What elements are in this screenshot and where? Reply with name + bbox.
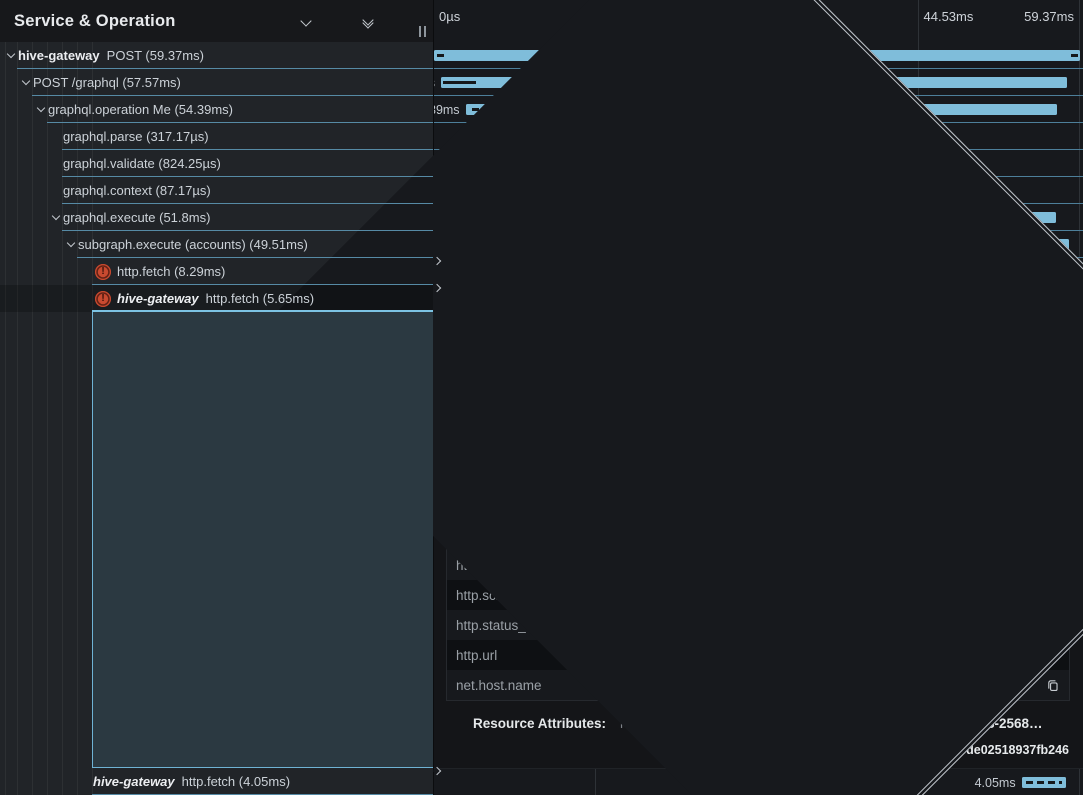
chevron-down-icon[interactable] — [67, 239, 75, 247]
duration-label: 54.39ms — [434, 103, 460, 117]
tree-row[interactable]: graphql.operation Me (54.39ms) — [0, 96, 433, 123]
chevron-box — [19, 76, 33, 90]
error-icon: ! — [95, 291, 111, 307]
tree-controls — [300, 14, 401, 29]
span-bar[interactable] — [1022, 777, 1066, 788]
tree-row[interactable]: graphql.context (87.17µs) — [0, 177, 433, 204]
chevron-spacer — [49, 157, 63, 171]
tree-row[interactable]: hive-gateway POST (59.37ms) — [0, 42, 433, 69]
span-label: subgraph.execute (accounts) (49.51ms) — [78, 237, 308, 252]
collapse-one-button[interactable] — [300, 15, 312, 27]
chevron-down-icon[interactable] — [7, 50, 15, 58]
tree-row[interactable]: POST /graphql (57.57ms) — [0, 69, 433, 96]
trace-viewer: 0µs14.84ms29.68ms44.53ms59.37ms 57.57ms5… — [0, 0, 1083, 795]
tree-row[interactable]: ! hive-gateway http.fetch (5.65ms) — [0, 285, 433, 312]
error-icon: ! — [95, 264, 111, 280]
panel-title: Service & Operation — [14, 12, 300, 31]
tree-row[interactable]: graphql.parse (317.17µs) — [0, 123, 433, 150]
copy-icon — [1046, 678, 1060, 693]
collapse-all-button[interactable] — [362, 14, 374, 29]
chevron-box — [64, 238, 78, 252]
span-id-value: 3de02518937fb246 — [959, 743, 1069, 757]
chevron-down-icon[interactable] — [52, 212, 60, 220]
tree-row[interactable]: graphql.validate (824.25µs) — [0, 150, 433, 177]
tree-panel-header: Service & Operation — [0, 0, 433, 42]
expand-one-button[interactable] — [335, 19, 339, 23]
chevron-box — [79, 292, 93, 306]
span-label: http.fetch (8.29ms) — [117, 264, 225, 279]
tree-row[interactable]: subgraph.execute (accounts) (49.51ms) — [0, 231, 433, 258]
chevron-down-icon[interactable] — [22, 77, 30, 85]
resource-attributes-label: Resource Attributes: — [473, 716, 606, 731]
chevron-spacer — [49, 184, 63, 198]
child-span-mark — [1071, 54, 1078, 57]
duration-label: 57.57ms — [434, 76, 435, 90]
span-service: hive-gateway — [18, 48, 100, 63]
tick-label: 0µs — [439, 9, 460, 24]
span-label: http.fetch (4.05ms) — [182, 774, 290, 789]
span-tree: hive-gateway POST (59.37ms) POST /graphql … — [0, 42, 433, 795]
panel-resize-handle[interactable] — [419, 26, 427, 37]
span-label: graphql.parse (317.17µs) — [63, 129, 209, 144]
chevron-box — [4, 49, 18, 63]
tree-row[interactable]: ! http.fetch (8.29ms) — [0, 258, 433, 285]
tick-label: 44.53ms — [924, 9, 974, 24]
chevron-box — [79, 775, 93, 789]
chevron-spacer — [49, 130, 63, 144]
duration-label: 4.05ms — [975, 776, 1016, 790]
span-label: POST /graphql (57.57ms) — [33, 75, 181, 90]
tree-row[interactable]: graphql.execute (51.8ms) — [0, 204, 433, 231]
trace-tree-panel: Service & Operation hive-gateway POST (59… — [0, 0, 434, 795]
span-label: http.fetch (5.65ms) — [206, 291, 314, 306]
chevron-box — [452, 717, 466, 731]
chevron-box — [49, 211, 63, 225]
copy-button[interactable] — [1036, 678, 1060, 693]
child-span-mark — [443, 81, 476, 84]
chevron-down-icon[interactable] — [37, 104, 45, 112]
span-label: graphql.execute (51.8ms) — [63, 210, 210, 225]
tick-label: 59.37ms — [1024, 9, 1074, 24]
expand-all-button[interactable] — [397, 19, 401, 23]
chevron-box — [34, 103, 48, 117]
span-label: POST (59.37ms) — [107, 48, 204, 63]
tree-row[interactable]: hive-gateway http.fetch (4.05ms) — [0, 768, 433, 795]
chevron-box — [79, 265, 93, 279]
child-span-mark — [437, 54, 444, 57]
expanded-span-region — [92, 312, 433, 768]
span-label: graphql.validate (824.25µs) — [63, 156, 221, 171]
span-service: hive-gateway — [93, 774, 175, 789]
chevron-down-icon — [300, 15, 311, 26]
span-service: hive-gateway — [117, 291, 199, 306]
span-label: graphql.context (87.17µs) — [63, 183, 211, 198]
span-label: graphql.operation Me (54.39ms) — [48, 102, 233, 117]
